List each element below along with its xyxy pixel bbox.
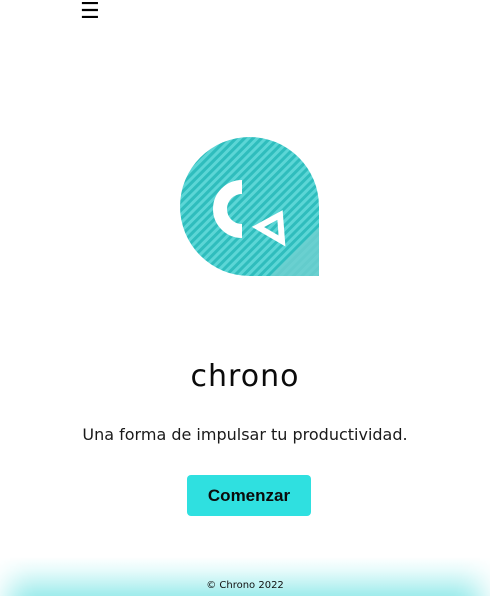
chrono-logo-icon <box>180 137 319 276</box>
menu-toggle-button[interactable]: ☰ <box>80 0 100 24</box>
get-started-button[interactable]: Comenzar <box>187 475 311 516</box>
footer-copyright: © Chrono 2022 <box>206 580 284 591</box>
footer: © Chrono 2022 <box>0 557 490 596</box>
brand-name: chrono <box>190 359 300 394</box>
tagline: Una forma de impulsar tu productividad. <box>82 425 408 444</box>
hamburger-menu-icon: ☰ <box>80 0 100 24</box>
